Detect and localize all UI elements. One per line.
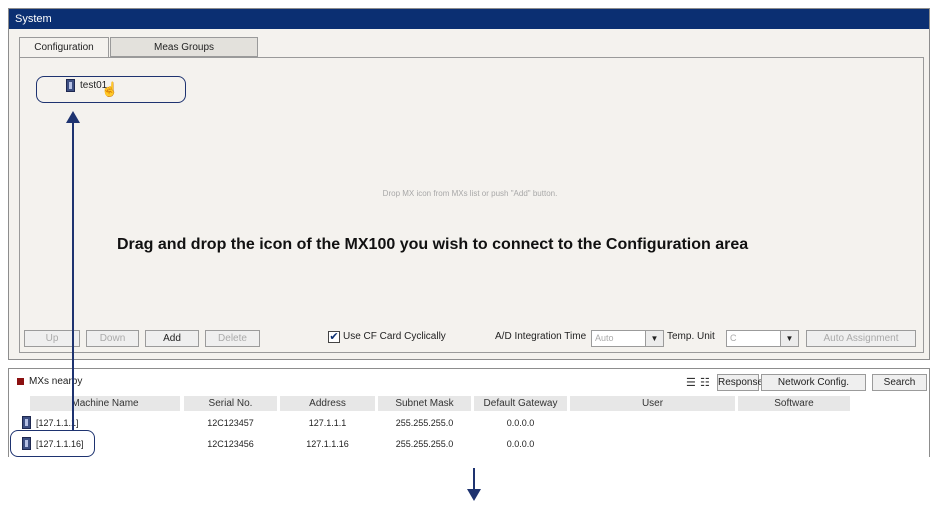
gateway-cell: 0.0.0.0 — [506, 418, 535, 428]
column-header-software[interactable]: Software — [738, 396, 850, 411]
next-step-arrow-line — [473, 468, 475, 490]
address-cell: 127.1.1.16 — [306, 439, 349, 449]
temp-unit-label: Temp. Unit — [667, 331, 715, 342]
temp-unit-select[interactable]: C ▼ — [726, 330, 799, 347]
highlight-target-box — [36, 76, 186, 103]
add-button[interactable]: Add — [145, 330, 199, 347]
column-header-default-gateway[interactable]: Default Gateway — [474, 396, 567, 411]
subnet-cell: 255.255.255.0 — [395, 439, 454, 449]
system-title-bar: System — [9, 9, 929, 29]
drag-arrow-line — [72, 120, 74, 430]
response-button[interactable]: Response — [717, 374, 763, 391]
delete-button[interactable]: Delete — [205, 330, 260, 347]
ad-integration-time-label: A/D Integration Time — [495, 331, 587, 342]
dropdown-arrow-icon[interactable]: ▼ — [645, 331, 663, 346]
panel-marker-icon — [17, 378, 24, 385]
temp-unit-value: C — [730, 333, 737, 343]
serial-cell: 12C123457 — [207, 418, 254, 428]
instruction-callout: Drag and drop the icon of the MX100 you … — [117, 236, 749, 253]
arrow-up-icon — [66, 111, 80, 123]
table-row[interactable] — [22, 416, 31, 429]
column-header-user[interactable]: User — [570, 396, 735, 411]
column-header-machine-name[interactable]: Machine Name — [30, 396, 180, 411]
column-header-address[interactable]: Address — [280, 396, 375, 411]
use-cf-card-checkbox[interactable]: ✔ — [328, 331, 340, 343]
mx-device-icon — [22, 416, 31, 429]
down-button[interactable]: Down — [86, 330, 139, 347]
checkbox-checked-icon: ✔ — [329, 331, 339, 343]
drop-hint-text: Drop MX icon from MXs list or push "Add"… — [382, 189, 558, 198]
ad-integration-time-select[interactable]: Auto ▼ — [591, 330, 664, 347]
arrow-down-icon — [467, 489, 481, 501]
list-view-icon[interactable]: ☰ — [686, 376, 696, 389]
ad-integration-time-value: Auto — [595, 333, 614, 343]
tab-configuration[interactable]: Configuration — [19, 37, 109, 58]
address-cell: 127.1.1.1 — [308, 418, 347, 428]
dropdown-arrow-icon[interactable]: ▼ — [780, 331, 798, 346]
detail-view-icon[interactable]: ☷ — [700, 376, 710, 389]
gateway-cell: 0.0.0.0 — [506, 439, 535, 449]
serial-cell: 12C123456 — [207, 439, 254, 449]
search-button[interactable]: Search — [872, 374, 927, 391]
tab-meas-groups[interactable]: Meas Groups — [110, 37, 258, 57]
use-cf-card-label: Use CF Card Cyclically — [343, 331, 446, 342]
mxs-nearby-title: MXs nearby — [29, 376, 83, 387]
highlight-source-box — [10, 430, 95, 457]
subnet-cell: 255.255.255.0 — [395, 418, 454, 428]
column-header-serial-no[interactable]: Serial No. — [184, 396, 277, 411]
auto-assignment-button[interactable]: Auto Assignment — [806, 330, 916, 347]
column-header-subnet-mask[interactable]: Subnet Mask — [378, 396, 471, 411]
network-config-button[interactable]: Network Config. — [761, 374, 866, 391]
